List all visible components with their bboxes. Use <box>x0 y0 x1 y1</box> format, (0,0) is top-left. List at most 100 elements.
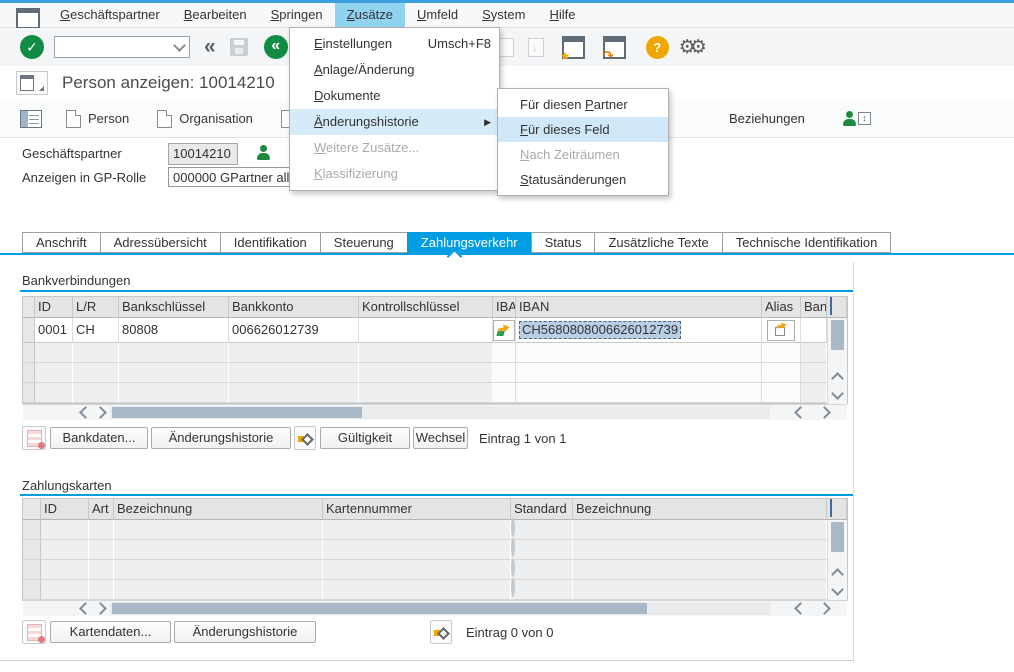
scroll-left-button[interactable] <box>791 602 808 615</box>
services-for-object-icon[interactable] <box>16 71 48 95</box>
locator-toggle-icon[interactable] <box>20 110 42 128</box>
tab-anschrift[interactable]: Anschrift <box>22 232 100 253</box>
scroll-right-button[interactable] <box>93 602 110 615</box>
bank-aenderungshistorie-button[interactable]: Änderungshistorie <box>151 427 291 449</box>
scroll-up-button[interactable] <box>828 564 847 581</box>
menuitem-klassifizierung[interactable]: Klassifizierung <box>290 161 499 187</box>
cards-empty-row[interactable] <box>23 540 847 560</box>
menu-hilfe[interactable]: Hilfe <box>537 3 587 27</box>
menuitem-aenderungshistorie[interactable]: Änderungshistorie ▶ <box>290 109 499 135</box>
save-icon[interactable] <box>230 38 248 56</box>
cards-aenderungshistorie-button[interactable]: Änderungshistorie <box>174 621 316 643</box>
partner-value-field[interactable]: 10014210 <box>168 143 238 165</box>
cell-kontrollschluessel[interactable] <box>359 318 493 343</box>
menuitem-nach-zeitraeumen[interactable]: Nach Zeiträumen <box>498 142 668 167</box>
scrollbar-track[interactable] <box>110 602 770 615</box>
new-session-icon[interactable]: ★ <box>562 36 585 59</box>
beziehungen-button[interactable]: Beziehungen <box>729 111 805 126</box>
tab-steuerung[interactable]: Steuerung <box>320 232 407 253</box>
back-icon[interactable]: « <box>204 37 216 57</box>
command-field[interactable] <box>54 36 190 58</box>
tab-adressuebersicht[interactable]: Adressübersicht <box>100 232 220 253</box>
tab-technische-identifikation[interactable]: Technische Identifikation <box>722 232 892 253</box>
exit-icon[interactable]: « <box>264 35 288 59</box>
print-icon[interactable] <box>498 38 514 57</box>
menuitem-fuer-dieses-feld[interactable]: Für dieses Feld <box>498 117 668 142</box>
scroll-right-button[interactable] <box>817 406 834 419</box>
menuitem-statusaenderungen[interactable]: Statusänderungen <box>498 167 668 192</box>
bank-row-1[interactable]: 0001 CH 80808 006626012739 CH56808080066… <box>23 318 847 343</box>
cell-bank[interactable] <box>801 318 827 343</box>
customize-layout-icon[interactable]: ⚙⚙ <box>679 36 701 59</box>
enter-check-icon[interactable]: ✓ <box>20 35 44 59</box>
bank-empty-row[interactable] <box>23 383 847 403</box>
cell-id[interactable]: 0001 <box>35 318 73 343</box>
table-settings-cell[interactable] <box>827 499 847 520</box>
bankdaten-button[interactable]: Bankdaten... <box>50 427 148 449</box>
menu-springen[interactable]: Springen <box>259 3 335 27</box>
cards-empty-row[interactable] <box>23 560 847 580</box>
select-all-cell[interactable] <box>23 297 35 318</box>
cards-empty-row[interactable] <box>23 520 847 540</box>
delete-card-row-button[interactable] <box>22 620 46 644</box>
scroll-right-button[interactable] <box>93 406 110 419</box>
scroll-left-button[interactable] <box>791 406 808 419</box>
iban-selected-text[interactable]: CH5680808006626012739 <box>519 321 681 339</box>
scroll-down-button[interactable] <box>828 386 847 403</box>
cards-vertical-scrollbar[interactable] <box>827 520 847 600</box>
scroll-left-button[interactable] <box>76 602 93 615</box>
tab-zusaetzliche-texte[interactable]: Zusätzliche Texte <box>594 232 721 253</box>
menu-bearbeiten[interactable]: Bearbeiten <box>172 3 259 27</box>
adjust-columns-button[interactable] <box>430 620 452 644</box>
wechsel-button[interactable]: Wechsel <box>413 427 468 449</box>
menu-zusaetze[interactable]: Zusätze <box>335 3 405 27</box>
menuitem-einstellungen[interactable]: Einstellungen Umsch+F8 <box>290 31 499 57</box>
scrollbar-track[interactable] <box>110 406 770 419</box>
create-shortcut-icon[interactable]: ↷ <box>603 36 626 59</box>
cell-lr[interactable]: CH <box>73 318 119 343</box>
cards-horizontal-scrollbar[interactable] <box>23 600 847 616</box>
help-icon[interactable]: ? <box>646 36 669 59</box>
bank-empty-row[interactable] <box>23 363 847 383</box>
scroll-right-button[interactable] <box>817 602 834 615</box>
menuitem-anlage-aenderung[interactable]: Anlage/Änderung <box>290 57 499 83</box>
cell-bankkonto[interactable]: 006626012739 <box>229 318 359 343</box>
iban-maintain-button[interactable] <box>493 320 515 341</box>
download-icon[interactable]: ↓ <box>528 38 544 57</box>
delete-bank-row-button[interactable] <box>22 426 46 450</box>
window-menu-icon[interactable] <box>16 8 40 29</box>
cell-iban[interactable]: CH5680808006626012739 <box>516 318 762 343</box>
bank-empty-row[interactable] <box>23 343 847 363</box>
tab-status[interactable]: Status <box>531 232 595 253</box>
scrollbar-thumb[interactable] <box>112 603 647 614</box>
organisation-button[interactable]: Organisation <box>143 106 267 132</box>
alias-button[interactable] <box>767 320 795 341</box>
scroll-up-button[interactable] <box>828 368 847 385</box>
bank-horizontal-scrollbar[interactable] <box>23 404 847 420</box>
menu-system[interactable]: System <box>470 3 537 27</box>
scrollbar-thumb[interactable] <box>112 407 362 418</box>
menuitem-dokumente[interactable]: Dokumente <box>290 83 499 109</box>
tab-identifikation[interactable]: Identifikation <box>220 232 320 253</box>
cards-empty-row[interactable] <box>23 580 847 600</box>
scroll-down-button[interactable] <box>828 582 847 599</box>
tab-zahlungsverkehr[interactable]: Zahlungsverkehr <box>407 232 531 253</box>
select-all-cell[interactable] <box>23 499 41 520</box>
menu-umfeld[interactable]: Umfeld <box>405 3 470 27</box>
menuitem-weitere-zusaetze[interactable]: Weitere Zusätze... <box>290 135 499 161</box>
gueltigkeit-button[interactable]: Gültigkeit <box>320 427 410 449</box>
bank-vertical-scrollbar[interactable] <box>827 318 847 404</box>
menu-geschaeftspartner[interactable]: Geschäftspartner <box>48 3 172 27</box>
scrollbar-thumb[interactable] <box>831 522 844 552</box>
adjust-columns-button[interactable] <box>294 426 316 450</box>
table-settings-cell[interactable] <box>827 297 847 318</box>
kartendaten-button[interactable]: Kartendaten... <box>50 621 171 643</box>
relations-person-icon[interactable]: ↕ <box>842 111 871 126</box>
row-selector[interactable] <box>23 318 35 343</box>
cell-bankschluessel[interactable]: 80808 <box>119 318 229 343</box>
scroll-left-button[interactable] <box>76 406 93 419</box>
tab-strip: Anschrift Adressübersicht Identifikation… <box>22 232 891 253</box>
menuitem-fuer-diesen-partner[interactable]: Für diesen Partner <box>498 92 668 117</box>
person-button[interactable]: Person <box>52 106 143 132</box>
scrollbar-thumb[interactable] <box>831 320 844 350</box>
